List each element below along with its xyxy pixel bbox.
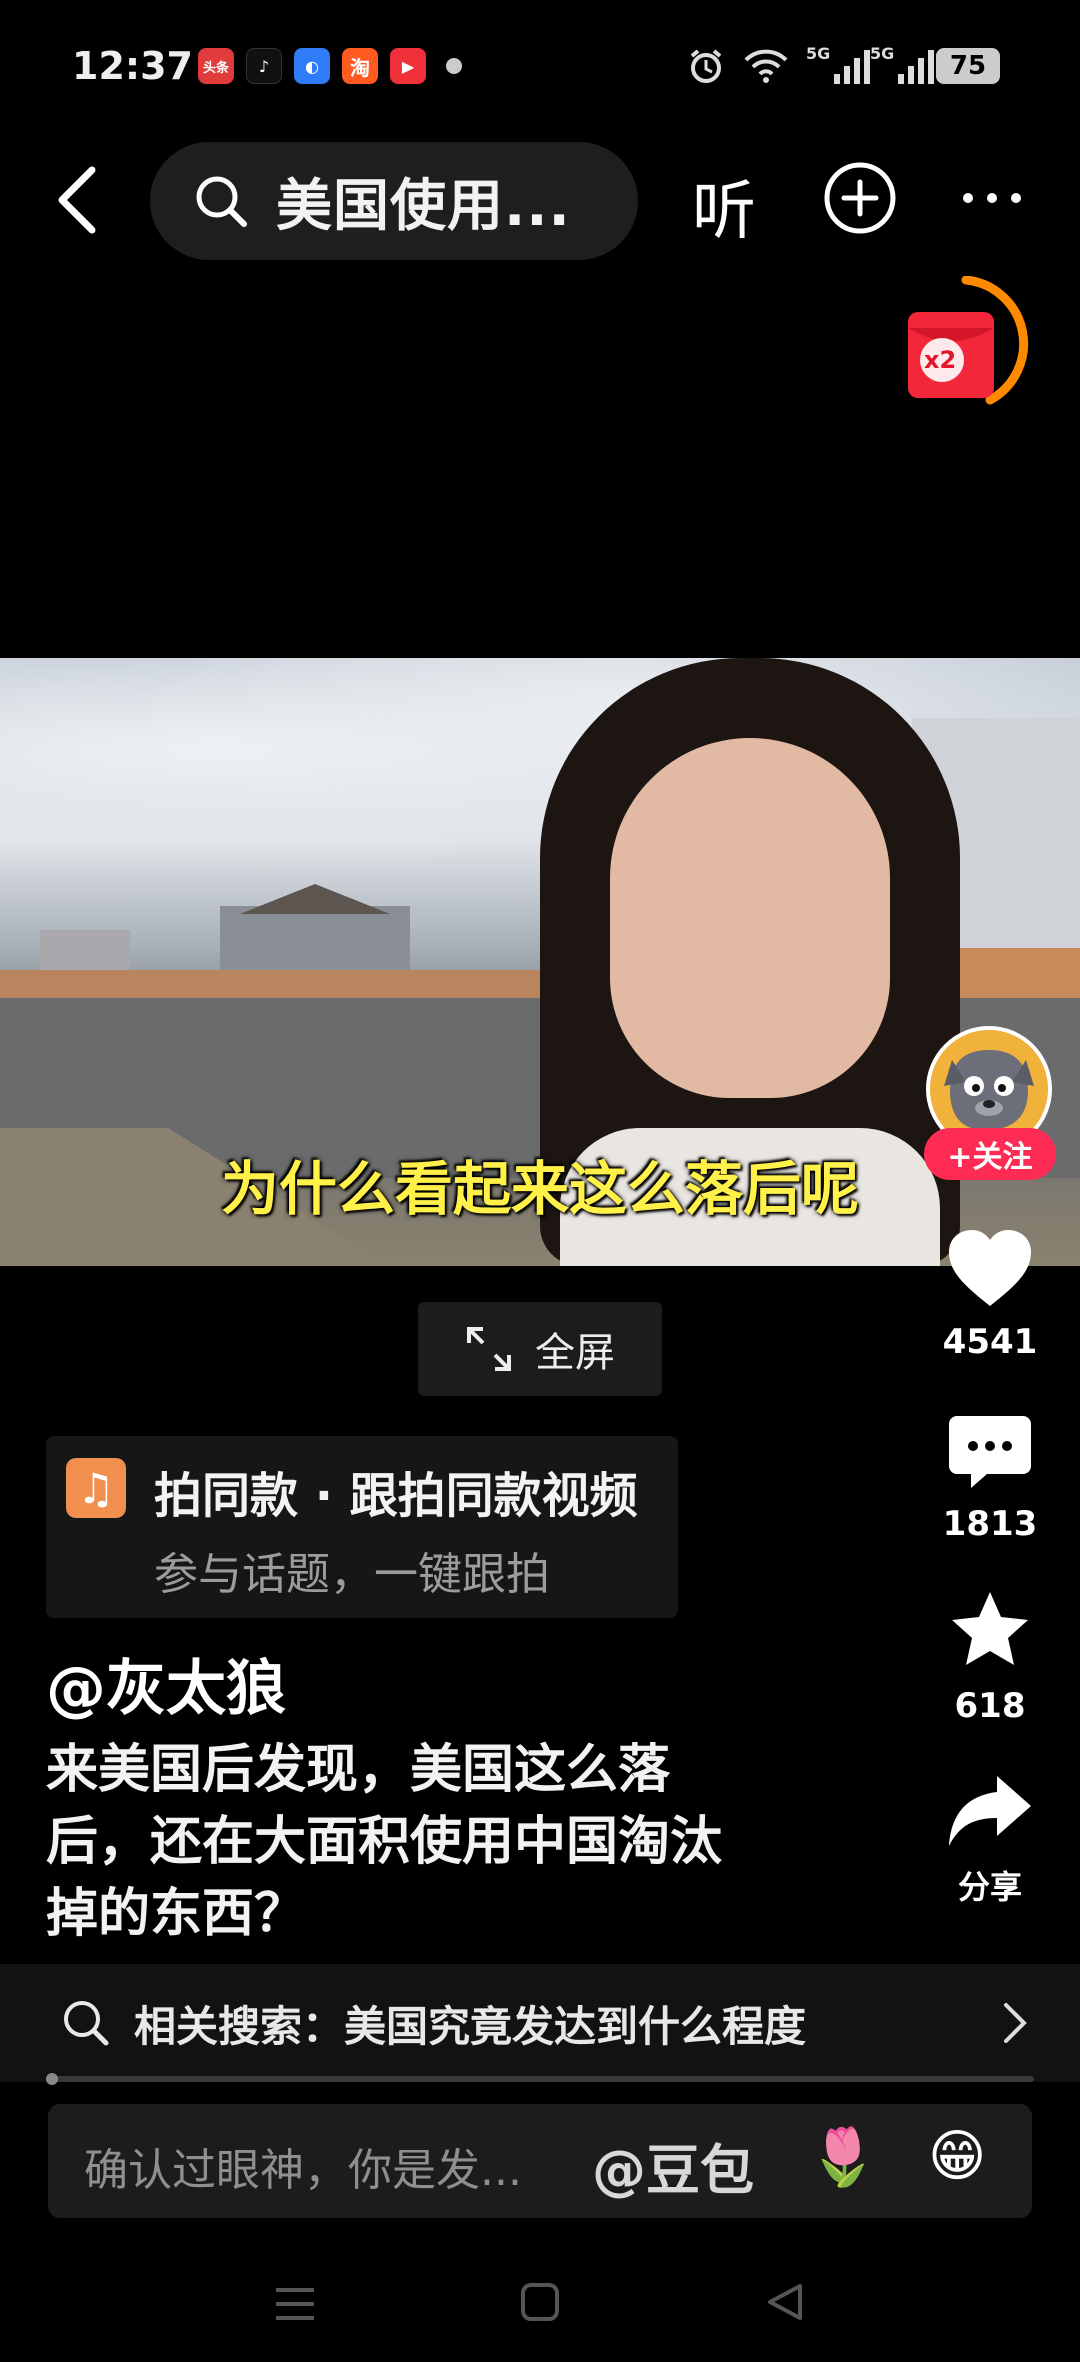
home-icon[interactable] [518,2280,562,2324]
comment-input-bar[interactable]: 确认过眼神，你是发... @豆包 🌷 😁 [48,2104,1032,2218]
search-bar[interactable]: 美国使用... [150,142,638,260]
alarm-icon [686,44,726,88]
follow-button[interactable]: +关注 [924,1128,1056,1180]
music-note-icon: ♫ [66,1458,126,1518]
fullscreen-button[interactable]: 全屏 [418,1302,662,1396]
comment-icon [949,1416,1031,1488]
douyin-app-icon: ♪ [246,48,282,84]
red-packet-reward[interactable]: x2 [896,275,1036,436]
wifi-icon [742,44,790,88]
battery-indicator: 75 [936,48,1000,84]
description-line: 后，还在大面积使用中国淘汰 [46,1812,723,1872]
mention-doubao-button[interactable]: @豆包 [592,2126,754,2205]
back-button[interactable] [50,160,110,240]
video-subtitle: 为什么看起来这么落后呢 [220,1155,859,1223]
fence [0,970,560,1000]
like-count: 4541 [942,1322,1038,1362]
favorite-button[interactable]: 618 [930,1588,1050,1726]
comment-placeholder[interactable]: 确认过眼神，你是发... [84,2134,522,2198]
related-search-text: 相关搜索：美国究竟发达到什么程度 [134,2001,807,2051]
chevron-left-icon [58,166,96,234]
author-name[interactable]: @灰太狼 [46,1640,286,1727]
shoot-same-title: 拍同款 · 跟拍同款视频 [154,1468,638,1524]
signal-2-icon: 5G [870,44,936,88]
grin-emoji-button[interactable]: 😁 [928,2124,986,2189]
rose-emoji-button[interactable]: 🌷 [808,2124,878,2190]
post-description: 来美国后发现，美国这么落 后，还在大面积使用中国淘汰 掉的东西？ [46,1734,806,1950]
comment-count: 1813 [942,1504,1038,1544]
like-button[interactable]: 4541 [930,1226,1050,1362]
signal-1-icon: 5G [806,44,872,88]
status-time: 12:37 [72,44,193,88]
share-button[interactable]: 分享 [930,1772,1050,1908]
chevron-right-icon [1004,2003,1027,2043]
heart-icon [949,1230,1031,1306]
add-button[interactable] [822,160,898,236]
star-icon [952,1592,1028,1665]
more-button[interactable] [958,168,1026,228]
taobao-app-icon: 淘 [342,48,378,84]
shoot-same-subtitle: 参与话题，一键跟拍 [154,1549,550,1600]
more-notifications-dot-icon [446,58,462,74]
video-progress-bar[interactable] [46,2076,1034,2082]
search-icon [64,2001,109,2046]
related-search-bar[interactable]: 相关搜索：美国究竟发达到什么程度 [0,1964,1080,2082]
reward-multiplier: x2 [924,346,957,374]
comment-button[interactable]: 1813 [930,1412,1050,1544]
more-dots-icon [963,193,1021,203]
favorite-count: 618 [954,1686,1026,1726]
share-arrow-icon [949,1776,1031,1846]
video-app-icon: ▶ [390,48,426,84]
fullscreen-label: 全屏 [535,1330,615,1376]
toutiao-app-icon: 头条 [198,48,234,84]
person-face [610,738,890,1098]
back-triangle-icon[interactable] [762,2280,806,2324]
description-line: 来美国后发现，美国这么落 [46,1740,671,1800]
menu-icon[interactable] [272,2282,318,2326]
status-bar: 12:37 头条 ♪ ◐ 淘 ▶ 5G 5G 75 [0,0,1080,130]
listen-button[interactable]: 听 [692,160,756,252]
house-roof [240,884,390,914]
description-line: 掉的东西？ [46,1884,307,1944]
expand-icon [467,1327,511,1371]
system-nav-bar [0,2256,1080,2362]
video-progress-thumb[interactable] [46,2073,58,2085]
shoot-same-card[interactable]: ♫ 拍同款 · 跟拍同款视频 参与话题，一键跟拍 [46,1436,678,1618]
share-label: 分享 [957,1868,1022,1906]
search-query: 美国使用... [276,173,571,239]
browser-app-icon: ◐ [294,48,330,84]
plus-circle-icon [824,162,896,234]
search-icon [196,176,247,227]
red-envelope-icon [908,275,1029,405]
